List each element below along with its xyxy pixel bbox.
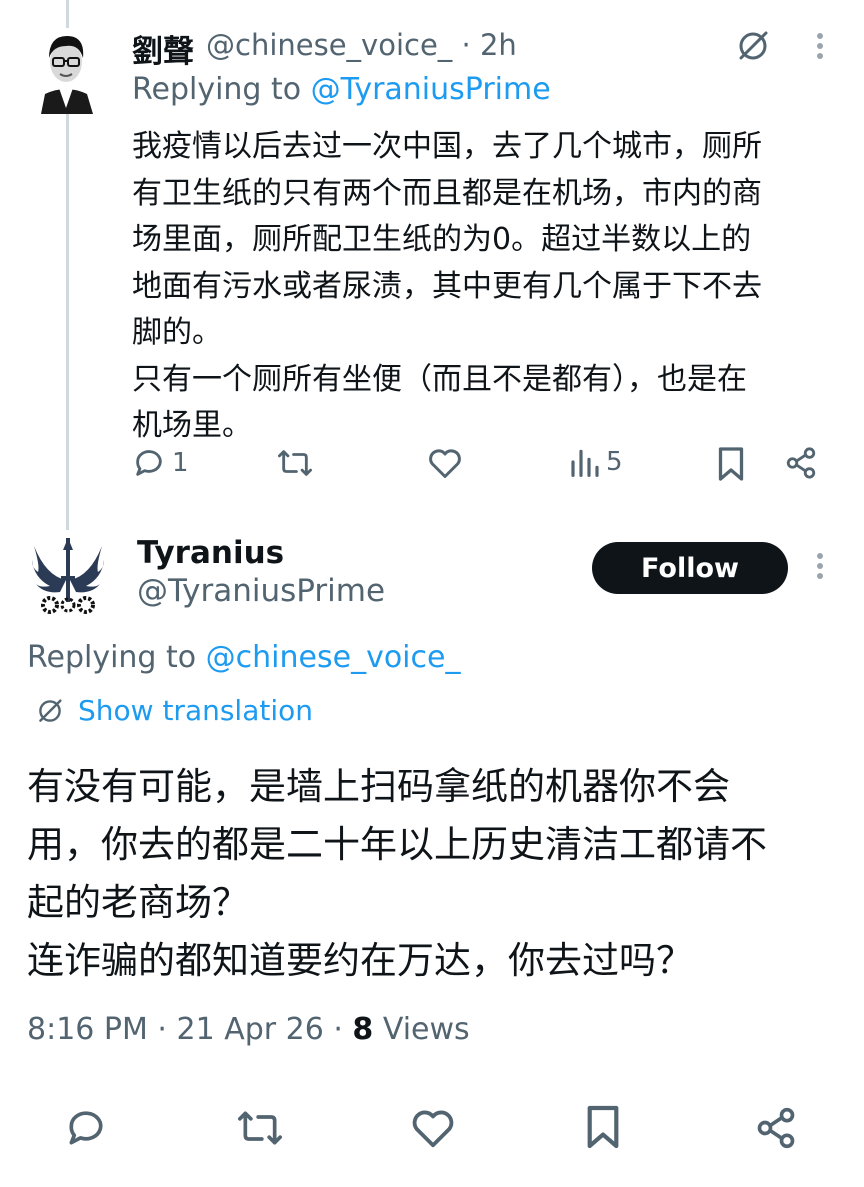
show-translation-link[interactable]: Show translation — [34, 694, 313, 727]
retweet-button[interactable] — [236, 1106, 284, 1150]
share-icon — [786, 447, 816, 479]
replying-to: Replying to @TyraniusPrime — [132, 72, 551, 107]
bookmark-button[interactable] — [584, 1104, 622, 1150]
timestamp: · 2h — [452, 28, 517, 62]
tweet-metadata: 8:16 PM · 21 Apr 26 · 8 Views — [27, 1012, 470, 1047]
reply-icon — [136, 450, 162, 476]
retweet-button[interactable] — [276, 446, 314, 480]
more-icon[interactable] — [814, 30, 826, 68]
views-count: 8 — [352, 1012, 374, 1047]
reply-body: 我疫情以后去过一次中国，去了几个城市，厕所 有卫生纸的只有两个而且都是在机场，市… — [132, 129, 762, 443]
replying-prefix: Replying to — [132, 72, 311, 107]
show-translation-label: Show translation — [78, 694, 314, 727]
views-button[interactable]: 5 — [570, 446, 623, 478]
reply-action-bar: 1 5 — [132, 440, 832, 490]
retweet-icon — [237, 1111, 282, 1145]
reply-button[interactable]: 1 — [132, 446, 189, 480]
share-button[interactable] — [754, 1106, 798, 1150]
author-name[interactable]: Tyranius — [137, 535, 284, 571]
views-count: 5 — [606, 447, 623, 477]
avatar[interactable] — [30, 536, 106, 616]
replying-to: Replying to @chinese_voice_ — [27, 640, 460, 675]
like-button[interactable] — [410, 1106, 456, 1150]
reply-icon — [69, 1111, 103, 1145]
views-label: Views — [373, 1012, 470, 1047]
like-icon — [412, 1110, 454, 1148]
author-handle[interactable]: @TyraniusPrime — [137, 573, 385, 609]
like-button[interactable] — [427, 446, 463, 480]
reply-button[interactable] — [64, 1106, 108, 1150]
bookmark-icon — [587, 1105, 619, 1149]
replying-prefix: Replying to — [27, 640, 206, 675]
reply-count: 1 — [172, 448, 189, 478]
replying-handle-link[interactable]: @TyraniusPrime — [311, 72, 551, 107]
grok-translate-icon — [39, 698, 62, 722]
more-icon[interactable] — [814, 550, 826, 588]
views-icon — [571, 449, 599, 477]
tweet-action-bar — [0, 1100, 864, 1160]
avatar[interactable] — [31, 28, 101, 114]
grok-translate-icon[interactable] — [733, 26, 773, 70]
author-handle[interactable]: @chinese_voice_ — [206, 28, 452, 62]
author-handle-and-time[interactable]: @chinese_voice_ · 2h — [206, 28, 517, 62]
follow-button[interactable]: Follow — [592, 542, 788, 594]
tweet-timestamp[interactable]: 8:16 PM · 21 Apr 26 · — [27, 1012, 352, 1047]
author-name[interactable]: 劉聲 — [132, 26, 194, 71]
share-icon — [757, 1107, 795, 1149]
replying-handle-link[interactable]: @chinese_voice_ — [206, 640, 461, 675]
bookmark-icon — [718, 447, 744, 481]
tweet-body: 有没有可能，是墙上扫码拿纸的机器你不会 用，你去的都是二十年以上历史清洁工都请不… — [27, 765, 767, 982]
retweet-icon — [277, 450, 312, 476]
bookmark-button[interactable] — [716, 446, 746, 482]
share-button[interactable] — [784, 446, 818, 480]
like-icon — [429, 449, 461, 478]
